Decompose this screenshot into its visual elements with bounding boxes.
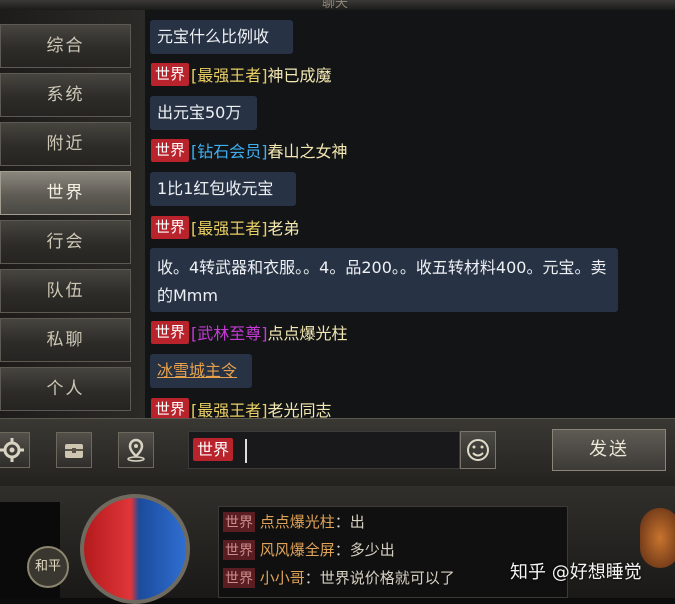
text-caret — [245, 439, 247, 463]
channel-tag: 世界 — [151, 62, 190, 86]
message-header: 世界 [钻石会员]春山之女神 — [151, 138, 348, 162]
mini-chat-log: 世界 点点爆光柱：出 世界 风风爆全屏：多少出 世界 小小哥：世界说价格就可以了 — [218, 506, 568, 598]
item-link[interactable]: 冰雪城主令 — [157, 361, 237, 380]
tab-system[interactable]: 系统 — [0, 73, 131, 117]
smiley-icon — [467, 439, 489, 461]
send-button[interactable]: 发送 — [552, 429, 666, 471]
mini-chat-name[interactable]: 风风爆全屏 — [260, 541, 335, 559]
chest-icon — [65, 444, 83, 458]
rank-tag: [最强王者] — [191, 401, 268, 418]
mini-chat-text: ：世界说价格就可以了 — [304, 569, 455, 587]
mini-chat-name[interactable]: 点点爆光柱 — [260, 513, 335, 531]
message-header: 世界 [最强王者]神已成魔 — [151, 62, 332, 86]
player-name[interactable]: 老弟 — [268, 219, 300, 238]
mini-chat-line: 世界 风风爆全屏：多少出 — [223, 539, 395, 560]
bottom-hud: 和平 世界 点点爆光柱：出 世界 风风爆全屏：多少出 世界 小小哥：世界说价格就… — [0, 486, 675, 604]
mini-chat-channel: 世界 — [223, 540, 255, 560]
rank-tag: [最强王者] — [191, 219, 268, 238]
message-bubble: 收。4转武器和衣服。。4。品200。。收五转材料400。元宝。卖的Mmm — [150, 248, 618, 312]
message-bubble: 1比1红包收元宝 — [150, 172, 296, 206]
input-channel-selector[interactable]: 世界 — [193, 438, 234, 461]
tab-personal[interactable]: 个人 — [0, 367, 131, 411]
rank-tag: [钻石会员] — [191, 142, 268, 161]
mini-chat-text: ：多少出 — [334, 541, 395, 559]
message-header: 世界 [最强王者]老光同志 — [151, 397, 332, 418]
tab-world[interactable]: 世界 — [0, 171, 131, 215]
message-bubble: 冰雪城主令 — [150, 354, 252, 388]
tab-nearby[interactable]: 附近 — [0, 122, 131, 166]
location-pin-icon — [127, 438, 145, 462]
player-name[interactable]: 春山之女神 — [268, 142, 348, 161]
watermark: 知乎 @好想睡觉 — [510, 562, 642, 583]
hp-mp-orb — [80, 494, 190, 604]
player-name[interactable]: 点点爆光柱 — [268, 324, 348, 343]
channel-tag: 世界 — [151, 320, 190, 344]
bag-button[interactable] — [56, 432, 92, 468]
skill-orb[interactable] — [640, 508, 675, 568]
mini-chat-line: 世界 小小哥：世界说价格就可以了 — [223, 567, 455, 588]
rank-tag: [最强王者] — [191, 66, 268, 85]
mini-chat-name[interactable]: 小小哥 — [260, 569, 305, 587]
tab-team[interactable]: 队伍 — [0, 269, 131, 313]
mini-chat-channel: 世界 — [223, 512, 255, 532]
chat-message-list[interactable]: 元宝什么比例收 世界 [最强王者]神已成魔 出元宝50万 世界 [钻石会员]春山之女… — [145, 10, 675, 418]
message-header: 世界 [武林至尊]点点爆光柱 — [151, 320, 348, 344]
window-title: 聊天 — [321, 0, 348, 11]
channel-tab-bar: 综合 系统 附近 世界 行会 队伍 私聊 个人 — [0, 10, 145, 418]
rank-tag: [武林至尊] — [191, 324, 268, 343]
tab-general[interactable]: 综合 — [0, 24, 131, 68]
mini-chat-text: ：出 — [334, 513, 365, 531]
message-bubble: 元宝什么比例收 — [150, 20, 293, 54]
peace-mode-button[interactable]: 和平 — [27, 546, 69, 588]
mini-chat-line: 世界 点点爆光柱：出 — [223, 511, 365, 532]
tab-guild[interactable]: 行会 — [0, 220, 131, 264]
message-bubble: 出元宝50万 — [150, 96, 257, 130]
player-name[interactable]: 神已成魔 — [268, 66, 332, 85]
message-header: 世界 [最强王者]老弟 — [151, 215, 300, 239]
chat-input-field[interactable]: 世界 — [188, 431, 460, 469]
settings-button[interactable] — [0, 432, 30, 468]
channel-tag: 世界 — [151, 215, 190, 239]
player-name[interactable]: 老光同志 — [268, 401, 332, 418]
chat-input-bar: 世界 发送 — [0, 418, 675, 487]
location-button[interactable] — [118, 432, 154, 468]
channel-tag: 世界 — [151, 138, 190, 162]
emoji-button[interactable] — [460, 431, 496, 469]
mini-chat-channel: 世界 — [223, 568, 255, 588]
tab-private[interactable]: 私聊 — [0, 318, 131, 362]
gear-icon — [0, 438, 24, 462]
channel-tag: 世界 — [151, 397, 190, 418]
